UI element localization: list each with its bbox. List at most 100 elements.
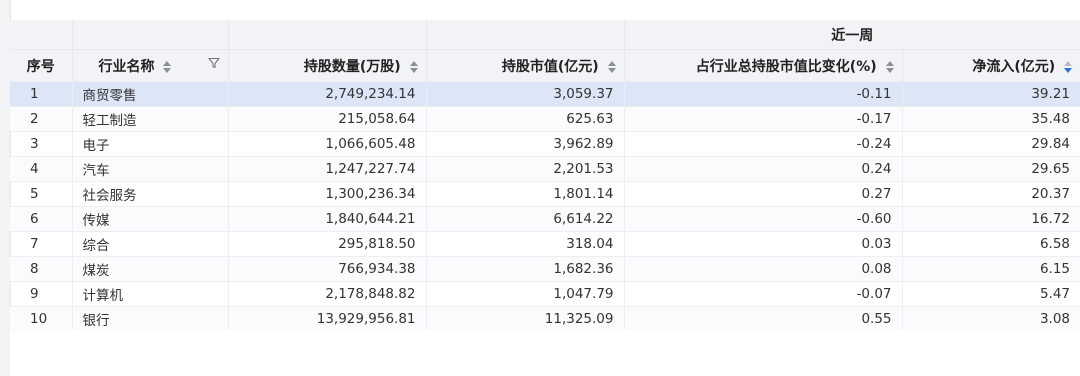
header-columns-row: 序号 行业名称 持股数量(万股) 持股市值(亿元) 占行业总持股市值比变化(%)… bbox=[10, 49, 1080, 82]
table-row[interactable]: 3 电子 1,066,605.48 3,962.89 -0.24 29.84 bbox=[10, 131, 1080, 157]
table-header: 近一周 序号 行业名称 持股数量(万股) 持股市值(亿元) 占行业总持股市值比变… bbox=[10, 20, 1080, 82]
table-row[interactable]: 7 综合 295,818.50 318.04 0.03 6.58 bbox=[10, 231, 1080, 257]
cell-shares: 295,818.50 bbox=[227, 231, 426, 257]
cell-index: 1 bbox=[10, 81, 72, 107]
sort-both-icon[interactable] bbox=[163, 60, 172, 73]
cell-index: 7 bbox=[10, 231, 72, 257]
cell-shares: 1,066,605.48 bbox=[227, 131, 426, 157]
cell-market-value: 1,682.36 bbox=[425, 256, 624, 282]
column-header-market-value[interactable]: 持股市值(亿元) bbox=[425, 49, 624, 82]
cell-market-value: 3,059.37 bbox=[425, 81, 624, 107]
cell-shares: 1,247,227.74 bbox=[227, 156, 426, 182]
cell-net-inflow: 6.15 bbox=[901, 256, 1080, 282]
cell-net-inflow: 29.65 bbox=[901, 156, 1080, 182]
header-group-spacer bbox=[10, 20, 72, 50]
cell-net-inflow: 6.58 bbox=[901, 231, 1080, 257]
cell-shares: 1,300,236.34 bbox=[227, 181, 426, 207]
cell-index: 6 bbox=[10, 206, 72, 232]
column-header-net-inflow[interactable]: 净流入(亿元) bbox=[901, 49, 1080, 82]
cell-ratio-change: 0.24 bbox=[623, 156, 902, 182]
cell-market-value: 3,962.89 bbox=[425, 131, 624, 157]
cell-index: 9 bbox=[10, 281, 72, 307]
header-group-spacer bbox=[425, 20, 624, 50]
column-header-ratio-change[interactable]: 占行业总持股市值比变化(%) bbox=[623, 49, 902, 82]
cell-shares: 2,178,848.82 bbox=[227, 281, 426, 307]
cell-industry-name: 社会服务 bbox=[71, 181, 228, 207]
filter-icon[interactable] bbox=[207, 57, 220, 73]
cell-shares: 1,840,644.21 bbox=[227, 206, 426, 232]
cell-shares: 2,749,234.14 bbox=[227, 81, 426, 107]
cell-index: 10 bbox=[10, 306, 72, 331]
column-header-label: 占行业总持股市值比变化(%) bbox=[695, 58, 877, 75]
cell-net-inflow: 3.08 bbox=[901, 306, 1080, 331]
cell-shares: 766,934.38 bbox=[227, 256, 426, 282]
header-group-recent-week: 近一周 bbox=[623, 20, 1080, 50]
table-row[interactable]: 5 社会服务 1,300,236.34 1,801.14 0.27 20.37 bbox=[10, 181, 1080, 207]
sort-both-icon[interactable] bbox=[409, 60, 418, 73]
sort-both-icon[interactable] bbox=[885, 60, 894, 73]
cell-ratio-change: -0.24 bbox=[623, 131, 902, 157]
cell-industry-name: 银行 bbox=[71, 306, 228, 331]
industry-holdings-table: 近一周 序号 行业名称 持股数量(万股) 持股市值(亿元) 占行业总持股市值比变… bbox=[10, 20, 1080, 331]
sort-both-icon[interactable] bbox=[607, 60, 616, 73]
cell-ratio-change: 0.55 bbox=[623, 306, 902, 331]
cell-market-value: 1,047.79 bbox=[425, 281, 624, 307]
cell-index: 4 bbox=[10, 156, 72, 182]
cell-net-inflow: 20.37 bbox=[901, 181, 1080, 207]
table-body: 1 商贸零售 2,749,234.14 3,059.37 -0.11 39.21 2 轻工制造… bbox=[10, 81, 1080, 331]
cell-net-inflow: 5.47 bbox=[901, 281, 1080, 307]
column-header-label: 持股市值(亿元) bbox=[501, 58, 599, 75]
cell-index: 8 bbox=[10, 256, 72, 282]
cell-ratio-change: -0.60 bbox=[623, 206, 902, 232]
header-group-spacer bbox=[227, 20, 426, 50]
column-header-label: 持股数量(万股) bbox=[303, 58, 401, 75]
cell-index: 5 bbox=[10, 181, 72, 207]
table-row[interactable]: 6 传媒 1,840,644.21 6,614.22 -0.60 16.72 bbox=[10, 206, 1080, 232]
cell-market-value: 6,614.22 bbox=[425, 206, 624, 232]
cell-ratio-change: -0.11 bbox=[623, 81, 902, 107]
cell-ratio-change: -0.07 bbox=[623, 281, 902, 307]
header-group-row: 近一周 bbox=[10, 20, 1080, 50]
cell-net-inflow: 29.84 bbox=[901, 131, 1080, 157]
table-row[interactable]: 1 商贸零售 2,749,234.14 3,059.37 -0.11 39.21 bbox=[10, 81, 1080, 107]
table-row[interactable]: 9 计算机 2,178,848.82 1,047.79 -0.07 5.47 bbox=[10, 281, 1080, 307]
cell-index: 3 bbox=[10, 131, 72, 157]
cell-industry-name: 传媒 bbox=[71, 206, 228, 232]
table-row[interactable]: 2 轻工制造 215,058.64 625.63 -0.17 35.48 bbox=[10, 106, 1080, 132]
cell-ratio-change: 0.08 bbox=[623, 256, 902, 282]
column-header-label: 净流入(亿元) bbox=[972, 58, 1056, 75]
cell-market-value: 11,325.09 bbox=[425, 306, 624, 331]
column-header-industry-name[interactable]: 行业名称 bbox=[71, 49, 228, 82]
cell-shares: 215,058.64 bbox=[227, 106, 426, 132]
cell-market-value: 1,801.14 bbox=[425, 181, 624, 207]
empty-area bbox=[10, 330, 1080, 376]
column-header-label: 行业名称 bbox=[98, 58, 155, 75]
cell-market-value: 318.04 bbox=[425, 231, 624, 257]
cell-ratio-change: 0.03 bbox=[623, 231, 902, 257]
cell-industry-name: 电子 bbox=[71, 131, 228, 157]
cell-shares: 13,929,956.81 bbox=[227, 306, 426, 331]
industry-holdings-table-container: 近一周 序号 行业名称 持股数量(万股) 持股市值(亿元) 占行业总持股市值比变… bbox=[10, 20, 1080, 331]
table-row[interactable]: 10 银行 13,929,956.81 11,325.09 0.55 3.08 bbox=[10, 306, 1080, 331]
cell-net-inflow: 35.48 bbox=[901, 106, 1080, 132]
cell-net-inflow: 39.21 bbox=[901, 81, 1080, 107]
cell-ratio-change: 0.27 bbox=[623, 181, 902, 207]
cell-index: 2 bbox=[10, 106, 72, 132]
column-header-shares[interactable]: 持股数量(万股) bbox=[227, 49, 426, 82]
cell-industry-name: 综合 bbox=[71, 231, 228, 257]
cell-industry-name: 汽车 bbox=[71, 156, 228, 182]
column-header-index: 序号 bbox=[10, 49, 72, 82]
cell-industry-name: 煤炭 bbox=[71, 256, 228, 282]
table-row[interactable]: 8 煤炭 766,934.38 1,682.36 0.08 6.15 bbox=[10, 256, 1080, 282]
cell-industry-name: 轻工制造 bbox=[71, 106, 228, 132]
table-row[interactable]: 4 汽车 1,247,227.74 2,201.53 0.24 29.65 bbox=[10, 156, 1080, 182]
cell-market-value: 2,201.53 bbox=[425, 156, 624, 182]
sort-desc-icon[interactable] bbox=[1064, 60, 1072, 73]
cell-industry-name: 商贸零售 bbox=[71, 81, 228, 107]
cell-net-inflow: 16.72 bbox=[901, 206, 1080, 232]
cell-market-value: 625.63 bbox=[425, 106, 624, 132]
cell-ratio-change: -0.17 bbox=[623, 106, 902, 132]
column-header-label: 序号 bbox=[26, 58, 55, 75]
header-group-spacer bbox=[71, 20, 228, 50]
cell-industry-name: 计算机 bbox=[71, 281, 228, 307]
